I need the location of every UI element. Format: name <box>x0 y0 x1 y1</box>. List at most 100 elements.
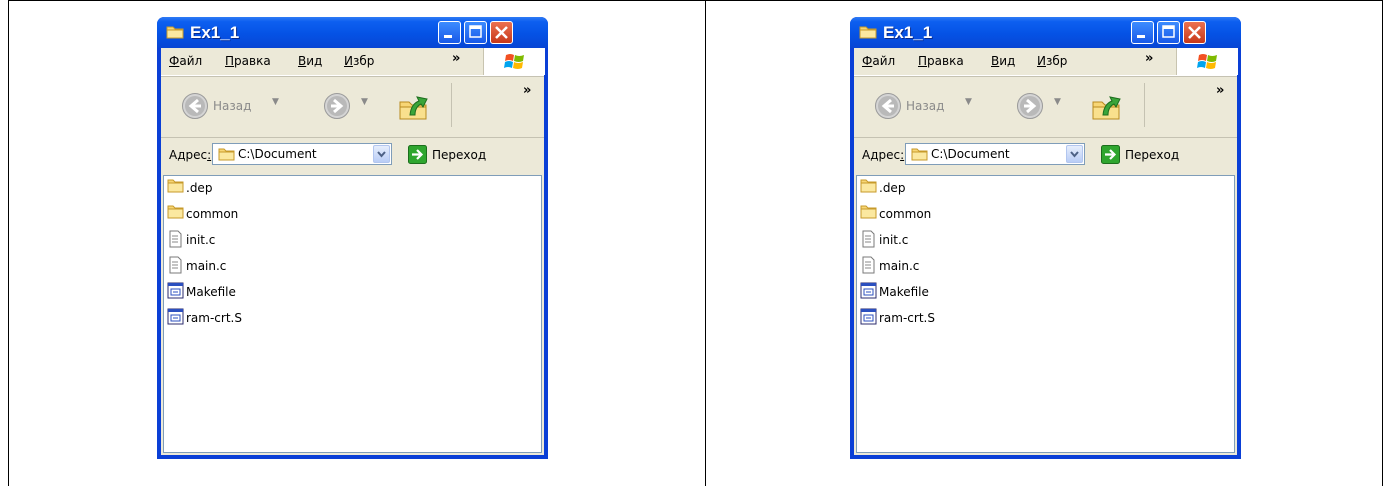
back-dropdown-icon[interactable]: ▼ <box>272 97 279 107</box>
toolbar-overflow-chevron[interactable]: » <box>523 83 531 98</box>
maximize-button[interactable] <box>464 21 487 44</box>
address-label-text: Адрес <box>862 148 901 162</box>
menu-favorites[interactable]: Избр <box>344 54 444 68</box>
go-arrow-icon[interactable] <box>1101 145 1120 164</box>
address-label-accel: : <box>207 148 212 162</box>
menu-label: айл <box>872 54 896 68</box>
folder-icon <box>860 204 877 222</box>
menu-overflow-chevron[interactable]: » <box>1145 51 1153 66</box>
close-button[interactable] <box>1183 21 1206 44</box>
text-file-icon <box>167 230 184 251</box>
menu-file[interactable]: Файл <box>169 54 202 68</box>
app-file-icon <box>167 282 184 302</box>
address-label: Адрес: <box>862 148 904 162</box>
window-body: Файл Правка Вид Избр » Назад ▼ ▼ » Адрес… <box>854 48 1238 455</box>
table-border-right <box>1382 0 1383 486</box>
window-title: Ex1_1 <box>190 23 240 42</box>
folder-up-icon[interactable] <box>1090 90 1124 122</box>
menu-edit[interactable]: Правка <box>225 54 271 68</box>
maximize-icon <box>1162 25 1175 38</box>
menu-label: збр <box>1045 54 1068 68</box>
text-file-icon <box>860 230 877 251</box>
menu-accel: П <box>918 54 928 68</box>
menu-accel: И <box>344 54 353 68</box>
menu-bar: Файл Правка Вид Избр » <box>854 48 1238 76</box>
maximize-button[interactable] <box>1157 21 1180 44</box>
go-arrow-icon[interactable] <box>408 145 427 164</box>
menu-accel: Ф <box>862 54 873 68</box>
menu-accel: П <box>225 54 235 68</box>
menu-overflow-chevron[interactable]: » <box>452 51 460 66</box>
menu-label: ид <box>999 54 1016 68</box>
windows-logo-area <box>483 48 545 75</box>
close-button[interactable] <box>490 21 513 44</box>
title-bar[interactable]: Ex1_1 <box>850 17 1241 48</box>
menu-accel: И <box>1037 54 1046 68</box>
close-icon <box>495 26 508 39</box>
address-input[interactable]: C:\Document <box>905 143 1085 165</box>
chevron-down-icon <box>377 151 386 158</box>
file-name: main.c <box>879 259 920 273</box>
address-label: Адрес: <box>169 148 211 162</box>
file-name: init.c <box>186 233 216 247</box>
menu-view[interactable]: Вид <box>298 54 322 68</box>
title-bar[interactable]: Ex1_1 <box>157 17 548 48</box>
file-name: main.c <box>186 259 227 273</box>
app-file-icon <box>167 308 184 328</box>
menu-file[interactable]: Файл <box>862 54 895 68</box>
minimize-icon <box>444 35 452 38</box>
address-dropdown-button[interactable] <box>1066 145 1083 163</box>
toolbar-separator <box>1144 83 1145 127</box>
menu-label: айл <box>179 54 203 68</box>
forward-dropdown-icon[interactable]: ▼ <box>361 97 368 107</box>
back-label[interactable]: Назад <box>906 99 944 113</box>
menu-edit[interactable]: Правка <box>918 54 964 68</box>
forward-arrow-icon[interactable] <box>323 92 351 120</box>
folder-up-icon[interactable] <box>397 90 431 122</box>
address-input[interactable]: C:\Document <box>212 143 392 165</box>
address-value: C:\Document <box>931 147 1010 161</box>
go-button-label[interactable]: Переход <box>1125 148 1179 162</box>
go-button-label[interactable]: Переход <box>432 148 486 162</box>
windows-logo-area <box>1176 48 1238 75</box>
app-file-icon <box>860 282 877 302</box>
folder-icon <box>167 178 184 196</box>
table-border-left <box>8 0 9 486</box>
address-label-accel: : <box>900 148 905 162</box>
address-label-text: Адрес <box>169 148 208 162</box>
minimize-icon <box>1137 35 1145 38</box>
back-arrow-icon[interactable] <box>181 92 209 120</box>
file-name: common <box>186 207 239 221</box>
toolbar-overflow-chevron[interactable]: » <box>1216 83 1224 98</box>
menu-accel: Ф <box>169 54 180 68</box>
file-name: common <box>879 207 932 221</box>
explorer-window-left: Ex1_1 Файл Правка Вид Избр » Назад ▼ ▼ »… <box>157 17 548 459</box>
file-name: ram-crt.S <box>186 311 242 325</box>
table-border-top <box>8 0 1383 1</box>
text-file-icon <box>860 256 877 277</box>
text-file-icon <box>167 256 184 277</box>
back-label[interactable]: Назад <box>213 99 251 113</box>
menu-view[interactable]: Вид <box>991 54 1015 68</box>
menu-favorites[interactable]: Избр <box>1037 54 1137 68</box>
minimize-button[interactable] <box>438 21 461 44</box>
close-icon <box>1188 26 1201 39</box>
forward-arrow-icon[interactable] <box>1016 92 1044 120</box>
windows-logo-icon <box>1197 54 1217 69</box>
folder-icon <box>218 148 235 161</box>
file-list: .dep common init.c main.c Makefile ram-crt.S <box>856 175 1235 453</box>
window-title: Ex1_1 <box>883 23 933 42</box>
back-dropdown-icon[interactable]: ▼ <box>965 97 972 107</box>
menu-accel: В <box>991 54 1000 68</box>
back-arrow-icon[interactable] <box>874 92 902 120</box>
app-file-icon <box>860 308 877 328</box>
address-dropdown-button[interactable] <box>373 145 390 163</box>
file-name: init.c <box>879 233 909 247</box>
file-name: .dep <box>186 181 213 195</box>
file-name: Makefile <box>879 285 929 299</box>
file-name: ram-crt.S <box>879 311 935 325</box>
window-body: Файл Правка Вид Избр » Назад ▼ ▼ » Адрес… <box>161 48 545 455</box>
minimize-button[interactable] <box>1131 21 1154 44</box>
forward-dropdown-icon[interactable]: ▼ <box>1054 97 1061 107</box>
menu-accel: В <box>298 54 307 68</box>
